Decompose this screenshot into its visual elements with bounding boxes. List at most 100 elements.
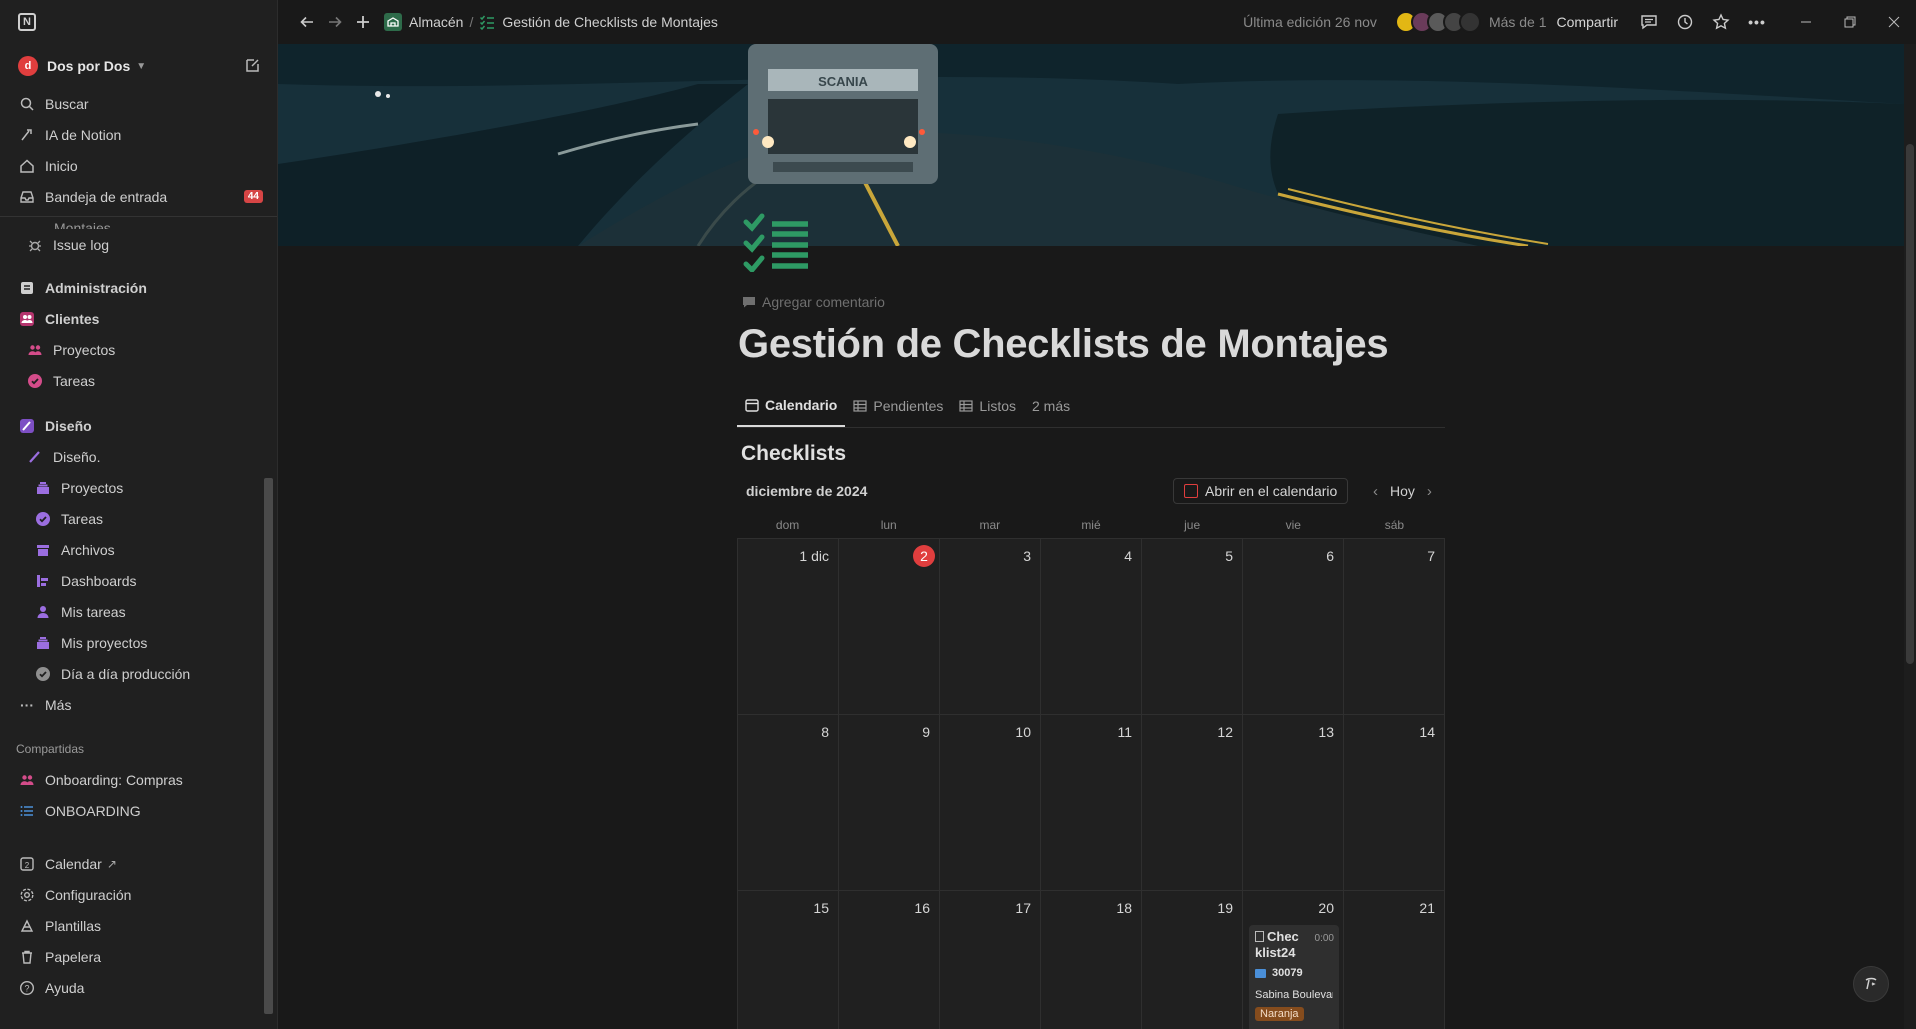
- database-title[interactable]: Checklists: [741, 442, 846, 466]
- sidebar-item-mis-proyectos[interactable]: Mis proyectos: [0, 627, 277, 658]
- sidebar-item-issue-log[interactable]: Issue log: [0, 229, 277, 260]
- chevron-left-icon[interactable]: ‹: [1365, 483, 1386, 500]
- star-icon[interactable]: [1708, 9, 1734, 35]
- forward-arrow-icon[interactable]: [322, 9, 348, 35]
- sidebar-item-montajes[interactable]: Montajes: [0, 217, 277, 229]
- calendar-day-cell[interactable]: 21: [1344, 891, 1445, 1029]
- workspace-switcher[interactable]: d Dos por Dos ▼: [0, 44, 277, 88]
- calendar-day-cell[interactable]: 6: [1243, 539, 1344, 715]
- sidebar-scrollbar[interactable]: [264, 478, 273, 1014]
- today-button[interactable]: Hoy: [1386, 483, 1419, 499]
- calendar-day-cell[interactable]: 1 dic: [738, 539, 839, 715]
- tab-pendientes[interactable]: Pendientes: [845, 395, 951, 427]
- sidebar-item-administracion[interactable]: Administración: [0, 272, 277, 303]
- sidebar-item-calendar[interactable]: 2 Calendar ↗: [0, 848, 277, 879]
- sidebar-item-ai[interactable]: IA de Notion: [0, 119, 277, 150]
- sidebar-item-onboarding-compras[interactable]: Onboarding: Compras: [0, 764, 277, 795]
- tab-more-views[interactable]: 2 más: [1024, 395, 1078, 427]
- help-icon: ?: [18, 979, 36, 997]
- sidebar-item-clientes[interactable]: Clientes: [0, 303, 277, 334]
- page-cover-image[interactable]: SCANIA: [278, 44, 1904, 246]
- calendar-day-cell[interactable]: 3: [940, 539, 1041, 715]
- share-button[interactable]: Compartir: [1557, 14, 1618, 30]
- sidebar-item-search[interactable]: Buscar: [0, 88, 277, 119]
- sidebar-item-ayuda[interactable]: ? Ayuda: [0, 972, 277, 1003]
- avatar: [1458, 11, 1481, 33]
- calendar-day-cell[interactable]: 10: [940, 715, 1041, 891]
- plus-icon[interactable]: [350, 9, 376, 35]
- weekday-label: vie: [1285, 518, 1301, 532]
- last-edited-text[interactable]: Última edición 26 nov: [1243, 14, 1377, 30]
- more-collaborators-text[interactable]: Más de 1: [1489, 14, 1547, 30]
- sidebar-item-diseno-proyectos[interactable]: Proyectos: [0, 472, 277, 503]
- restore-icon[interactable]: [1828, 0, 1872, 44]
- comments-icon[interactable]: [1636, 9, 1662, 35]
- sidebar-item-clientes-proyectos[interactable]: Proyectos: [0, 334, 277, 365]
- calendar-day-cell[interactable]: 7: [1344, 539, 1445, 715]
- open-in-calendar-label: Abrir en el calendario: [1205, 483, 1338, 499]
- page-scrollbar-thumb[interactable]: [1906, 144, 1914, 664]
- sidebar-item-clientes-tareas[interactable]: Tareas: [0, 365, 277, 396]
- sidebar-item-dia-a-dia[interactable]: Día a día producción: [0, 658, 277, 689]
- sidebar-item-inbox[interactable]: Bandeja de entrada 44: [0, 181, 277, 212]
- page-scrollbar[interactable]: [1904, 44, 1916, 1029]
- day-number: 6: [1326, 548, 1334, 564]
- calendar-day-cell[interactable]: 16: [839, 891, 940, 1029]
- sidebar-item-dashboards[interactable]: Dashboards: [0, 565, 277, 596]
- calendar-day-cell[interactable]: 2: [839, 539, 940, 715]
- sidebar-item-label: ONBOARDING: [45, 802, 141, 819]
- breadcrumb-parent[interactable]: Almacén: [409, 14, 463, 30]
- sidebar-item-onboarding[interactable]: ONBOARDING: [0, 795, 277, 826]
- inbox-icon: [18, 188, 36, 206]
- new-page-icon[interactable]: [245, 57, 261, 76]
- sidebar-item-mis-tareas[interactable]: Mis tareas: [0, 596, 277, 627]
- calendar-day-cell[interactable]: 19: [1142, 891, 1243, 1029]
- sidebar-item-configuracion[interactable]: Configuración: [0, 879, 277, 910]
- more-options-icon[interactable]: •••: [1744, 9, 1770, 35]
- sidebar-item-plantillas[interactable]: Plantillas: [0, 910, 277, 941]
- history-clock-icon[interactable]: [1672, 9, 1698, 35]
- back-arrow-icon[interactable]: [294, 9, 320, 35]
- notion-logo-icon[interactable]: N: [18, 13, 36, 31]
- calendar-day-cell[interactable]: 15: [738, 891, 839, 1029]
- weekday-label: mar: [979, 518, 1001, 532]
- sidebar-item-diseno-tareas[interactable]: Tareas: [0, 503, 277, 534]
- page-checklist-icon[interactable]: [742, 212, 812, 274]
- calendar-day-cell[interactable]: 9: [839, 715, 940, 891]
- open-in-calendar-button[interactable]: Abrir en el calendario: [1173, 478, 1349, 504]
- notion-ai-help-button[interactable]: [1853, 966, 1889, 1002]
- calendar-day-cell[interactable]: 8: [738, 715, 839, 891]
- sidebar-item-label: Proyectos: [61, 479, 124, 496]
- people-icon: [18, 310, 36, 328]
- calendar-day-cell[interactable]: 13: [1243, 715, 1344, 891]
- page-doc-icon: [1255, 931, 1264, 942]
- sidebar-item-home[interactable]: Inicio: [0, 150, 277, 181]
- sidebar-item-more[interactable]: ··· Más: [0, 689, 277, 720]
- topbar: Almacén / Gestión de Checklists de Monta…: [278, 0, 1916, 44]
- tab-calendario[interactable]: Calendario: [737, 395, 846, 427]
- breadcrumb-current[interactable]: Gestión de Checklists de Montajes: [502, 14, 718, 30]
- collaborator-avatars[interactable]: [1394, 11, 1481, 33]
- close-icon[interactable]: [1872, 0, 1916, 44]
- calendar-day-cell[interactable]: 17: [940, 891, 1041, 1029]
- calendar-event-card[interactable]: 0:00 Chec klist24 30079 Sabina Boulevard…: [1249, 925, 1339, 1029]
- sidebar-item-papelera[interactable]: Papelera: [0, 941, 277, 972]
- add-comment-button[interactable]: Agregar comentario: [742, 294, 885, 310]
- sidebar-item-archivos[interactable]: Archivos: [0, 534, 277, 565]
- calendar-day-cell[interactable]: 18: [1041, 891, 1142, 1029]
- sidebar-item-label: Mis tareas: [61, 603, 126, 620]
- calendar-day-cell[interactable]: 12: [1142, 715, 1243, 891]
- page-title[interactable]: Gestión de Checklists de Montajes: [738, 322, 1389, 367]
- calendar-day-cell[interactable]: 20 0:00 Chec klist24 30079 Sabina Boulev…: [1243, 891, 1344, 1029]
- calendar-day-cell[interactable]: 11: [1041, 715, 1142, 891]
- sidebar-item-diseno-dot[interactable]: Diseño.: [0, 441, 277, 472]
- check-circle-icon: [26, 372, 44, 390]
- chevron-right-icon[interactable]: ›: [1419, 483, 1440, 500]
- calendar-day-cell[interactable]: 5: [1142, 539, 1243, 715]
- calendar-day-cell[interactable]: 4: [1041, 539, 1142, 715]
- minimize-icon[interactable]: [1784, 0, 1828, 44]
- calendar-day-cell[interactable]: 14: [1344, 715, 1445, 891]
- event-time: 0:00: [1314, 933, 1334, 944]
- sidebar-item-diseno[interactable]: Diseño: [0, 410, 277, 441]
- tab-listos[interactable]: Listos: [951, 395, 1024, 427]
